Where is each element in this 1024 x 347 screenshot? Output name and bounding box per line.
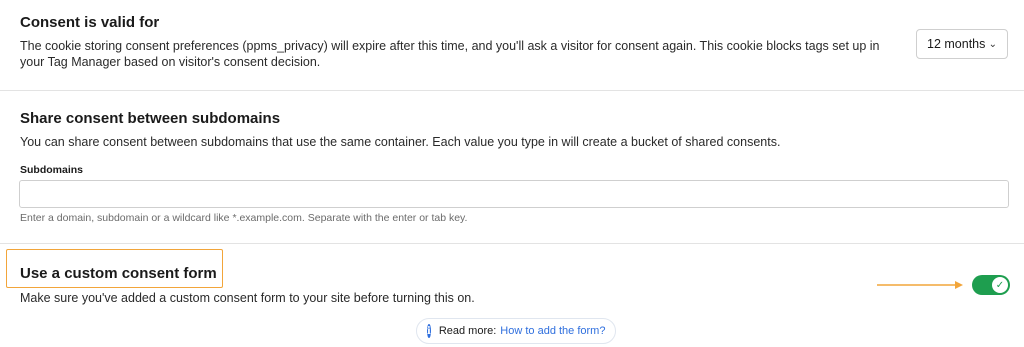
section-divider [0,90,1024,91]
custom-form-description: Make sure you've added a custom consent … [20,291,475,305]
subdomains-input[interactable] [19,180,1009,208]
chevron-down-icon: ⌄ [988,38,997,50]
share-consent-title: Share consent between subdomains [20,110,281,127]
consent-validity-title: Consent is valid for [20,14,160,31]
consent-duration-select[interactable]: 12 months ⌄ [916,29,1008,59]
custom-form-title: Use a custom consent form [20,265,217,282]
annotation-arrow-icon [877,281,963,289]
share-consent-description: You can share consent between subdomains… [20,135,781,149]
info-icon: i [427,324,431,338]
read-more-label: Read more: [438,325,497,337]
subdomains-helper-text: Enter a domain, subdomain or a wildcard … [20,212,468,224]
how-to-add-form-link[interactable]: How to add the form? [500,325,605,337]
read-more-pill: i Read more: How to add the form? [416,318,616,344]
consent-validity-description: The cookie storing consent preferences (… [20,39,880,69]
consent-duration-value: 12 months [927,37,986,51]
subdomains-label: Subdomains [20,164,84,176]
check-icon: ✓ [992,277,1008,293]
custom-form-toggle[interactable]: ✓ [972,275,1010,295]
section-divider [0,243,1024,244]
